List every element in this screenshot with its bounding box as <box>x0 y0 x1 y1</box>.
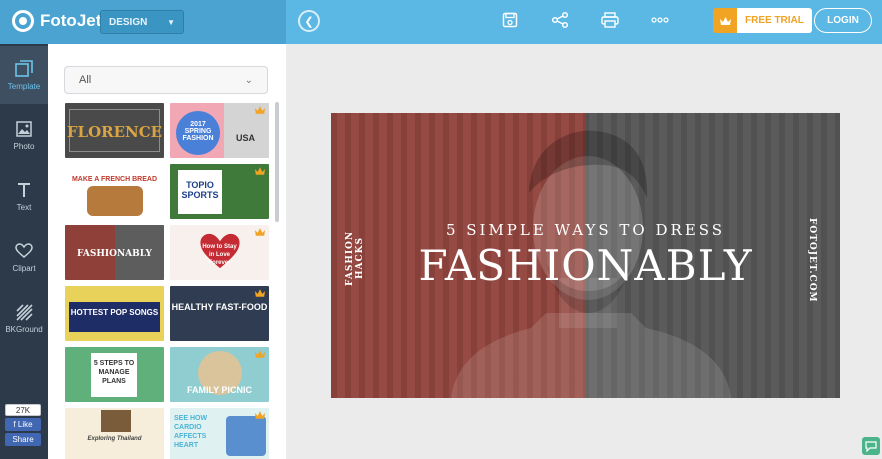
chevron-left-icon: ❮ <box>304 15 314 28</box>
template-thumbnail[interactable]: USA 2017 SPRING FASHION <box>170 103 269 158</box>
share-icon <box>551 11 569 29</box>
design-mode-select[interactable]: DESIGN ▼ <box>100 10 184 34</box>
template-thumbnail[interactable]: HEALTHY FAST-FOOD <box>170 286 269 341</box>
template-caption: Exploring Thailand <box>87 436 142 442</box>
template-caption: SEE HOW CARDIO AFFECTS HEART <box>174 415 208 449</box>
template-caption: 5 STEPS TO MANAGE PLANS <box>93 360 135 385</box>
fotojet-logo-icon <box>12 10 34 32</box>
panel-scrollbar[interactable] <box>275 102 279 222</box>
photo-icon <box>16 120 32 137</box>
login-button[interactable]: LOGIN <box>814 8 872 33</box>
template-thumbnail[interactable]: SEE HOW CARDIO AFFECTS HEART <box>170 408 269 459</box>
facebook-share-button[interactable]: Share <box>5 433 41 446</box>
template-caption: FASHIONABLY <box>77 249 152 259</box>
nav-item-photo[interactable]: Photo <box>0 106 48 164</box>
template-thumbnail[interactable]: FLORENCE <box>65 103 164 158</box>
app-name: FotoJet <box>40 11 102 30</box>
template-caption: MAKE A FRENCH BREAD <box>71 176 158 183</box>
crown-icon <box>254 350 266 358</box>
template-thumbnail[interactable]: Exploring Thailand <box>65 408 164 459</box>
nav-item-background[interactable]: BKGround <box>0 289 48 347</box>
template-icon <box>15 59 33 77</box>
template-caption: HOTTEST POP SONGS <box>70 308 159 317</box>
template-filter-select[interactable]: All ⌄ <box>64 66 268 94</box>
template-caption: HEALTHY FAST-FOOD <box>171 302 268 312</box>
back-button[interactable]: ❮ <box>298 10 320 32</box>
background-icon <box>16 303 33 321</box>
chevron-down-icon: ▼ <box>167 17 175 27</box>
top-bar: FotoJet DESIGN ▼ ❮ FREE TRIAL LOGIN <box>0 0 882 44</box>
template-thumbnail[interactable]: 5 STEPS TO MANAGE PLANS <box>65 347 164 402</box>
nav-label-background: BKGround <box>5 324 43 334</box>
crown-icon <box>254 289 266 297</box>
crown-icon <box>254 411 266 419</box>
template-thumbnail[interactable]: FASHIONABLY <box>65 225 164 280</box>
canvas-headline[interactable]: FASHIONABLY <box>331 241 840 290</box>
chevron-down-icon: ⌄ <box>244 74 253 86</box>
text-icon <box>18 182 30 197</box>
nav-label-template: Template <box>7 81 41 91</box>
facebook-like-button[interactable]: f Like <box>5 418 41 431</box>
crown-icon <box>254 167 266 175</box>
filter-value: All <box>79 74 92 86</box>
template-thumbnail[interactable]: How to Stay in Love Forever <box>170 225 269 280</box>
design-mode-value: DESIGN <box>109 16 148 28</box>
like-count: 27K <box>5 404 41 416</box>
facebook-widget: 27K f Like Share <box>5 404 41 446</box>
chat-button[interactable] <box>862 437 880 455</box>
nav-item-template[interactable]: Template <box>0 46 48 104</box>
nav-item-text[interactable]: Text <box>0 167 48 225</box>
print-icon <box>601 12 619 28</box>
left-navigation: Template Photo Text Clipart BKGround 27K… <box>0 44 48 459</box>
template-thumbnail[interactable]: HOTTEST POP SONGS <box>65 286 164 341</box>
free-trial-button[interactable]: FREE TRIAL <box>713 8 812 33</box>
share-button[interactable] <box>550 10 570 30</box>
template-panel: All ⌄ FLORENCE USA 2017 SPRING FASHION M… <box>48 44 286 459</box>
template-caption: How to Stay in Love Forever <box>202 244 237 266</box>
print-button[interactable] <box>600 10 620 30</box>
nav-label-clipart: Clipart <box>12 263 36 273</box>
template-caption: FAMILY PICNIC <box>186 385 252 395</box>
template-thumbnail[interactable]: TOPIO SPORTS <box>170 164 269 219</box>
nav-label-text: Text <box>16 202 32 212</box>
template-thumbnail[interactable]: MAKE A FRENCH BREAD <box>65 164 164 219</box>
save-icon <box>502 12 518 28</box>
template-caption: FLORENCE <box>66 123 163 141</box>
heart-icon <box>15 242 33 258</box>
crown-icon <box>254 106 266 114</box>
crown-icon <box>254 228 266 236</box>
design-canvas[interactable]: FASHION HACKS FOTOJET.COM 5 SIMPLE WAYS … <box>331 113 840 398</box>
app-logo[interactable]: FotoJet <box>12 10 101 32</box>
nav-label-photo: Photo <box>13 141 35 151</box>
template-caption: TOPIO SPORTS <box>181 180 219 200</box>
nav-item-clipart[interactable]: Clipart <box>0 228 48 286</box>
free-trial-label: FREE TRIAL <box>737 8 812 33</box>
canvas-subtitle[interactable]: 5 SIMPLE WAYS TO DRESS <box>331 221 840 239</box>
like-label: Like <box>17 420 33 429</box>
save-button[interactable] <box>500 10 520 30</box>
more-button[interactable] <box>650 10 670 30</box>
more-icon <box>651 17 669 23</box>
toolbar-icons <box>500 10 670 30</box>
crown-icon <box>713 8 737 33</box>
template-caption: 2017 SPRING FASHION <box>182 121 214 142</box>
template-thumbnail[interactable]: FAMILY PICNIC <box>170 347 269 402</box>
chat-icon <box>865 441 877 452</box>
